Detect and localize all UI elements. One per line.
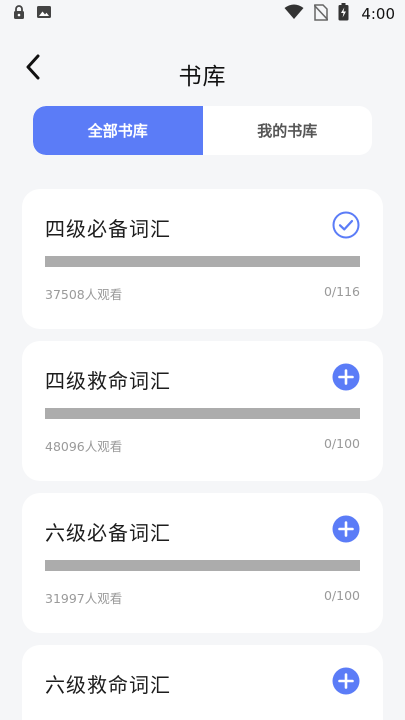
- tab-all-libraries[interactable]: 全部书库: [33, 106, 203, 155]
- progress-bar: [45, 408, 360, 419]
- tab-my-library[interactable]: 我的书库: [203, 106, 373, 155]
- no-sim-icon: [313, 3, 329, 25]
- book-card[interactable]: 六级必备词汇 31997人观看 0/100: [22, 493, 383, 633]
- book-card[interactable]: 四级必备词汇 37508人观看 0/116: [22, 189, 383, 329]
- check-circle-icon[interactable]: [332, 211, 360, 239]
- viewer-count: 31997人观看: [45, 591, 123, 606]
- viewer-count: 48096人观看: [45, 439, 123, 454]
- battery-icon: [338, 3, 349, 25]
- progress-count: 0/116: [323, 284, 360, 299]
- book-title: 四级救命词汇: [45, 369, 171, 393]
- book-title: 六级救命词汇: [45, 673, 171, 697]
- status-bar: 4:00: [0, 0, 405, 28]
- book-meta: 37508人观看 0/116: [45, 284, 360, 303]
- book-card[interactable]: 六级救命词汇: [22, 645, 383, 720]
- status-right: 4:00: [284, 3, 395, 25]
- library-tabs: 全部书库 我的书库: [33, 106, 372, 155]
- book-title: 四级必备词汇: [45, 217, 171, 241]
- status-time: 4:00: [361, 5, 395, 23]
- add-circle-icon[interactable]: [332, 363, 360, 391]
- book-meta: 48096人观看 0/100: [45, 436, 360, 455]
- add-circle-icon[interactable]: [332, 515, 360, 543]
- progress-bar: [45, 560, 360, 571]
- status-left: [12, 4, 52, 24]
- progress-count: 0/100: [323, 436, 360, 451]
- viewer-count: 37508人观看: [45, 287, 123, 302]
- wifi-icon: [284, 4, 304, 24]
- progress-bar: [45, 256, 360, 267]
- page-title: 书库: [178, 64, 227, 90]
- progress-count: 0/100: [323, 588, 360, 603]
- image-icon: [36, 4, 52, 24]
- header: 书库: [0, 44, 405, 96]
- add-circle-icon[interactable]: [332, 667, 360, 695]
- book-title: 六级必备词汇: [45, 521, 171, 545]
- book-meta: 31997人观看 0/100: [45, 588, 360, 607]
- lock-icon: [12, 4, 26, 24]
- book-card[interactable]: 四级救命词汇 48096人观看 0/100: [22, 341, 383, 481]
